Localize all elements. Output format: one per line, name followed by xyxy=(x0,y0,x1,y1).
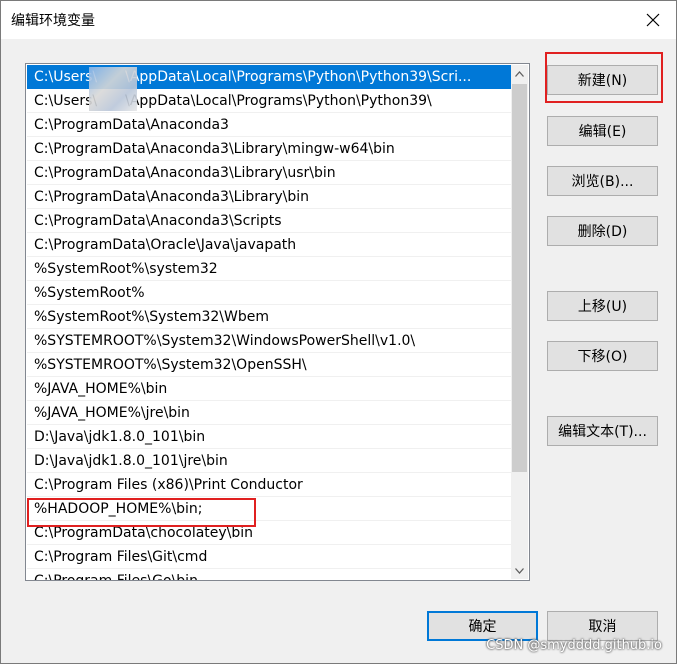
path-list-item[interactable]: C:\ProgramData\Anaconda3\Library\bin xyxy=(27,185,511,209)
path-list-item[interactable]: %SYSTEMROOT%\System32\WindowsPowerShell\… xyxy=(27,329,511,353)
title-bar: 编辑环境变量 xyxy=(1,1,676,39)
chevron-up-icon xyxy=(515,70,524,77)
path-list-item[interactable]: C:\ProgramData\Anaconda3\Library\mingw-w… xyxy=(27,137,511,161)
scrollbar-thumb[interactable] xyxy=(512,84,527,472)
path-list-item[interactable]: C:\ProgramData\Anaconda3\Library\usr\bin xyxy=(27,161,511,185)
path-list-item[interactable]: %HADOOP_HOME%\bin; xyxy=(27,497,511,521)
chevron-down-icon xyxy=(515,567,524,574)
path-list-item[interactable]: C:\Program Files\Go\bin xyxy=(27,569,511,580)
path-list-rows: C:\Users\ \AppData\Local\Programs\Python… xyxy=(27,65,511,580)
scroll-down-arrow[interactable] xyxy=(511,562,528,579)
path-list-item[interactable]: %SystemRoot%\System32\Wbem xyxy=(27,305,511,329)
new-button[interactable]: 新建(N) xyxy=(547,65,658,95)
path-list-item[interactable]: C:\Program Files\Git\cmd xyxy=(27,545,511,569)
close-icon xyxy=(646,13,660,27)
redacted-username xyxy=(89,67,137,111)
path-list-item[interactable]: C:\ProgramData\chocolatey\bin xyxy=(27,521,511,545)
path-list-item[interactable]: %SYSTEMROOT%\System32\OpenSSH\ xyxy=(27,353,511,377)
path-list-item[interactable]: %SystemRoot% xyxy=(27,281,511,305)
delete-button[interactable]: 删除(D) xyxy=(547,216,658,246)
edit-env-variable-dialog: 编辑环境变量 C:\Users\ \AppData\Local\Programs… xyxy=(0,0,677,664)
move-up-button[interactable]: 上移(U) xyxy=(547,291,658,321)
path-list-item[interactable]: C:\ProgramData\Oracle\Java\javapath xyxy=(27,233,511,257)
path-list-item[interactable]: D:\Java\jdk1.8.0_101\bin xyxy=(27,425,511,449)
path-list-item[interactable]: C:\ProgramData\Anaconda3\Scripts xyxy=(27,209,511,233)
vertical-scrollbar[interactable] xyxy=(511,65,528,579)
path-list-item[interactable]: C:\Program Files (x86)\Print Conductor xyxy=(27,473,511,497)
move-down-button[interactable]: 下移(O) xyxy=(547,341,658,371)
path-list-item[interactable]: D:\Java\jdk1.8.0_101\jre\bin xyxy=(27,449,511,473)
edit-text-button[interactable]: 编辑文本(T)... xyxy=(547,416,658,446)
cancel-button[interactable]: 取消 xyxy=(547,611,658,641)
path-list[interactable]: C:\Users\ \AppData\Local\Programs\Python… xyxy=(25,63,530,581)
dialog-title: 编辑环境变量 xyxy=(11,13,95,29)
watermark: CSDN @smydddd.github.io xyxy=(486,638,662,653)
ok-button[interactable]: 确定 xyxy=(427,611,538,641)
path-list-item[interactable]: %JAVA_HOME%\bin xyxy=(27,377,511,401)
path-list-item[interactable]: C:\ProgramData\Anaconda3 xyxy=(27,113,511,137)
edit-button[interactable]: 编辑(E) xyxy=(547,116,658,146)
browse-button[interactable]: 浏览(B)... xyxy=(547,166,658,196)
scroll-up-arrow[interactable] xyxy=(511,65,528,82)
path-list-item[interactable]: %SystemRoot%\system32 xyxy=(27,257,511,281)
path-list-item[interactable]: %JAVA_HOME%\jre\bin xyxy=(27,401,511,425)
close-button[interactable] xyxy=(630,1,676,39)
